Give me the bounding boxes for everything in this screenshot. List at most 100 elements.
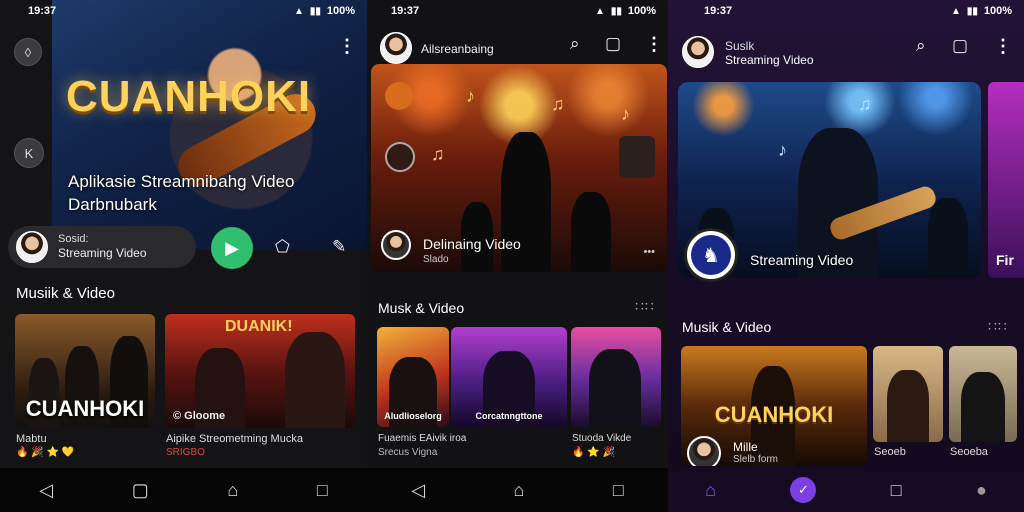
screen-3: 19:37 ▲ ▮▮ 100% Suslk Streaming Video ⌕ … xyxy=(668,0,1024,512)
video-card-2[interactable]: Corcatnngttone xyxy=(451,327,567,427)
system-nav-bar: ◁ ⌂ □ xyxy=(367,468,668,512)
video-card-3[interactable] xyxy=(949,346,1017,442)
status-bar: 19:37 ▲ ▮▮ 100% xyxy=(367,0,668,22)
signal-icon: ▮▮ xyxy=(309,5,321,17)
card-caption: Stuoda Vikde xyxy=(572,433,632,444)
avatar xyxy=(687,436,721,466)
more-vert-icon[interactable]: ⋮ xyxy=(645,34,663,55)
channel-avatar[interactable]: ♞ xyxy=(684,228,738,282)
hero-caption: Streaming Video xyxy=(750,252,854,268)
back-icon[interactable]: ◁ xyxy=(411,480,425,501)
guitarist-icon: ♞ xyxy=(691,235,731,275)
screen-1: 19:37 ▲ ▮▮ 100% CUANHOKI Aplikasie Strea… xyxy=(0,0,367,512)
home-icon[interactable]: ⌂ xyxy=(705,480,716,501)
card-caption: Mille xyxy=(733,440,758,454)
wifi-icon: ▲ xyxy=(950,5,961,17)
side-caption: Fir xyxy=(996,252,1014,268)
search-icon[interactable]: ⌕ xyxy=(570,34,580,54)
hero-title: CUANHOKI xyxy=(66,72,312,121)
avatar xyxy=(381,230,411,260)
home-icon[interactable]: ⌂ xyxy=(227,480,238,501)
grid-icon[interactable]: ∷∷ xyxy=(635,298,655,315)
card-caption: Aipike Streometming Mucka xyxy=(166,433,303,445)
speaker-icon xyxy=(619,136,655,178)
avatar[interactable] xyxy=(380,32,412,64)
video-card-2[interactable] xyxy=(873,346,943,442)
video-card-3[interactable] xyxy=(571,327,661,427)
play-icon[interactable]: ✓ xyxy=(790,477,817,503)
square-icon[interactable]: □ xyxy=(317,480,328,501)
video-card-1[interactable]: CUANHOKI Mille Slelb form xyxy=(681,346,867,466)
card-overlay: Aludlioselorg xyxy=(384,411,442,421)
square-icon[interactable]: □ xyxy=(891,480,902,501)
grid-icon[interactable]: ∷∷ xyxy=(988,318,1008,335)
drop-icon-button[interactable]: ◊ xyxy=(14,38,42,66)
card-caption: Seoeb xyxy=(874,446,906,458)
header-title: Ailsreanbaing xyxy=(421,42,494,56)
status-time: 19:37 xyxy=(704,5,733,17)
share-icon[interactable]: ⬠ xyxy=(275,237,290,257)
avatar[interactable] xyxy=(682,36,714,68)
card-overlay-label: © Gloome xyxy=(173,410,226,422)
emoji-row: 🔥 🎉 ⭐ 💛 xyxy=(16,447,75,458)
back-icon[interactable]: ◁ xyxy=(39,480,53,501)
pill-line1: Sosid: xyxy=(58,233,89,245)
card-overlay-title: CUANHOKI xyxy=(25,396,145,421)
hero-caption: Delinaing Video xyxy=(423,236,521,252)
avatar xyxy=(16,231,48,263)
more-vert-icon[interactable]: ⋮ xyxy=(994,36,1012,57)
cast-icon[interactable]: ▢ xyxy=(952,36,968,56)
card-overlay: Corcatnngttone xyxy=(475,411,543,421)
profile-icon[interactable]: ● xyxy=(976,480,987,501)
video-card-1[interactable]: CUANHOKI xyxy=(15,314,155,428)
card-banner: DUANIK! xyxy=(225,318,293,335)
square-icon[interactable]: □ xyxy=(613,480,624,501)
status-bar: 19:37 ▲ ▮▮ 100% xyxy=(668,0,1024,22)
header-line2: Streaming Video xyxy=(725,53,814,67)
more-horiz-icon[interactable]: ••• xyxy=(643,246,655,258)
video-card-2[interactable]: DUANIK! © Gloome xyxy=(165,314,355,428)
hero-subcaption: Slado xyxy=(423,254,449,265)
card-subcaption: Slelb form xyxy=(733,454,779,465)
channel-pill[interactable]: Sosid: Streaming Video xyxy=(8,226,196,268)
section-title: Musiik & Video xyxy=(16,285,115,302)
disc-icon xyxy=(385,82,413,110)
card-caption: Fuaemis EAivik iroa xyxy=(378,433,467,444)
header-line1: Suslk xyxy=(725,39,755,53)
hero-subtitle: Aplikasie Streamnibahg Video Darbnubark xyxy=(68,172,295,214)
video-card-1[interactable]: Aludlioselorg xyxy=(377,327,449,427)
signal-icon: ▮▮ xyxy=(610,5,622,17)
card-subcaption: Srecus Vigna xyxy=(378,447,438,458)
cast-icon[interactable]: ▢ xyxy=(605,34,621,54)
card-overlay-title: CUANHOKI xyxy=(714,402,834,427)
status-battery: 100% xyxy=(983,5,1012,17)
card-subcaption: SRIGBO xyxy=(166,447,205,458)
status-time: 19:37 xyxy=(28,5,57,17)
k-button[interactable]: K xyxy=(14,138,44,168)
status-battery: 100% xyxy=(627,5,656,17)
more-vert-icon[interactable]: ⋮ xyxy=(338,36,356,57)
hero-video[interactable]: ♪ ♫ ♫ ♪ Delinaing Video Slado ••• xyxy=(371,64,667,272)
wifi-icon: ▲ xyxy=(293,5,304,17)
wifi-icon: ▲ xyxy=(594,5,605,17)
signal-icon: ▮▮ xyxy=(966,5,978,17)
section-title: Musk & Video xyxy=(378,300,465,316)
app-nav-bar: ⌂ ✓ □ ● xyxy=(668,468,1024,512)
recents-icon[interactable]: ▢ xyxy=(132,480,149,501)
pill-line2: Streaming Video xyxy=(58,246,147,260)
emoji-row: 🔥 ⭐ 🎉 xyxy=(572,447,615,458)
status-battery: 100% xyxy=(326,5,355,17)
status-bar: 19:37 ▲ ▮▮ 100% xyxy=(0,0,367,22)
status-time: 19:37 xyxy=(391,5,420,17)
home-icon[interactable]: ⌂ xyxy=(514,480,525,501)
screen-2: 19:37 ▲ ▮▮ 100% Ailsreanbaing ⌕ ▢ ⋮ ♪ ♫ … xyxy=(367,0,668,512)
side-video-card[interactable]: Fir xyxy=(988,82,1024,278)
card-caption: Seoeba xyxy=(950,446,988,458)
play-icon[interactable]: ▶ xyxy=(211,227,253,269)
card-caption: Mabtu xyxy=(16,433,47,445)
system-nav-bar: ◁ ▢ ⌂ □ xyxy=(0,468,367,512)
edit-icon[interactable]: ✎ xyxy=(332,237,346,257)
section-title: Musik & Video xyxy=(682,319,772,335)
search-icon[interactable]: ⌕ xyxy=(916,36,926,56)
avatar-small[interactable] xyxy=(385,142,415,172)
